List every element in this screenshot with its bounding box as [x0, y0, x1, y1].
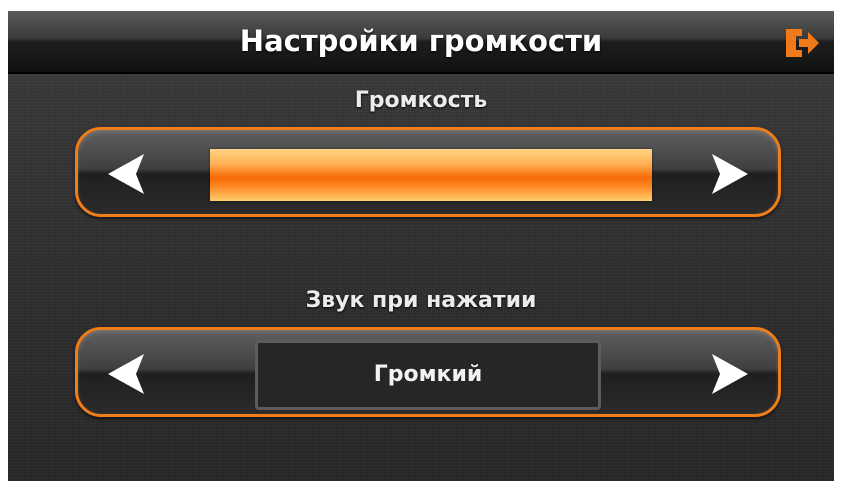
volume-bar[interactable]: [210, 149, 652, 201]
key-sound-value-box: Громкий: [255, 340, 601, 410]
key-sound-control: Громкий: [75, 327, 781, 417]
volume-bar-fill: [210, 149, 652, 201]
volume-increase-button[interactable]: [708, 152, 754, 196]
volume-control: [75, 127, 781, 217]
key-sound-value: Громкий: [373, 362, 483, 387]
key-sound-label: Звук при нажатии: [305, 288, 537, 313]
exit-button[interactable]: [782, 26, 822, 60]
volume-settings-screen: Настройки громкости Громкость Звук при н…: [8, 11, 834, 481]
exit-icon: [786, 29, 819, 57]
arrow-right-icon: [712, 354, 748, 394]
volume-label: Громкость: [354, 88, 488, 113]
arrow-left-icon: [108, 154, 144, 194]
key-sound-prev-button[interactable]: [102, 352, 148, 396]
page-title: Настройки громкости: [239, 24, 603, 58]
arrow-right-icon: [712, 154, 748, 194]
key-sound-next-button[interactable]: [708, 352, 754, 396]
arrow-left-icon: [108, 354, 144, 394]
header-bar: Настройки громкости: [8, 11, 834, 74]
volume-decrease-button[interactable]: [102, 152, 148, 196]
